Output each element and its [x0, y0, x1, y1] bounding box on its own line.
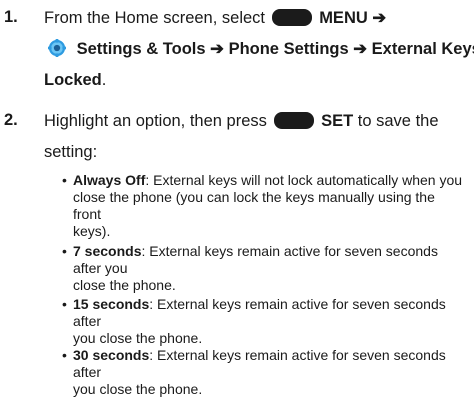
menu-key-icon: [271, 9, 312, 26]
gear-icon: [48, 39, 66, 57]
set-key-icon: [273, 112, 314, 129]
step-text: Highlight an option, then press SET to s…: [44, 112, 439, 161]
step-number: 2.: [4, 111, 18, 129]
step-number: 1.: [4, 8, 18, 26]
instruction-page: 1. From the Home screen, select MENU ➔ S…: [0, 0, 474, 397]
step-text: From the Home screen, select MENU ➔ Sett…: [44, 9, 474, 89]
